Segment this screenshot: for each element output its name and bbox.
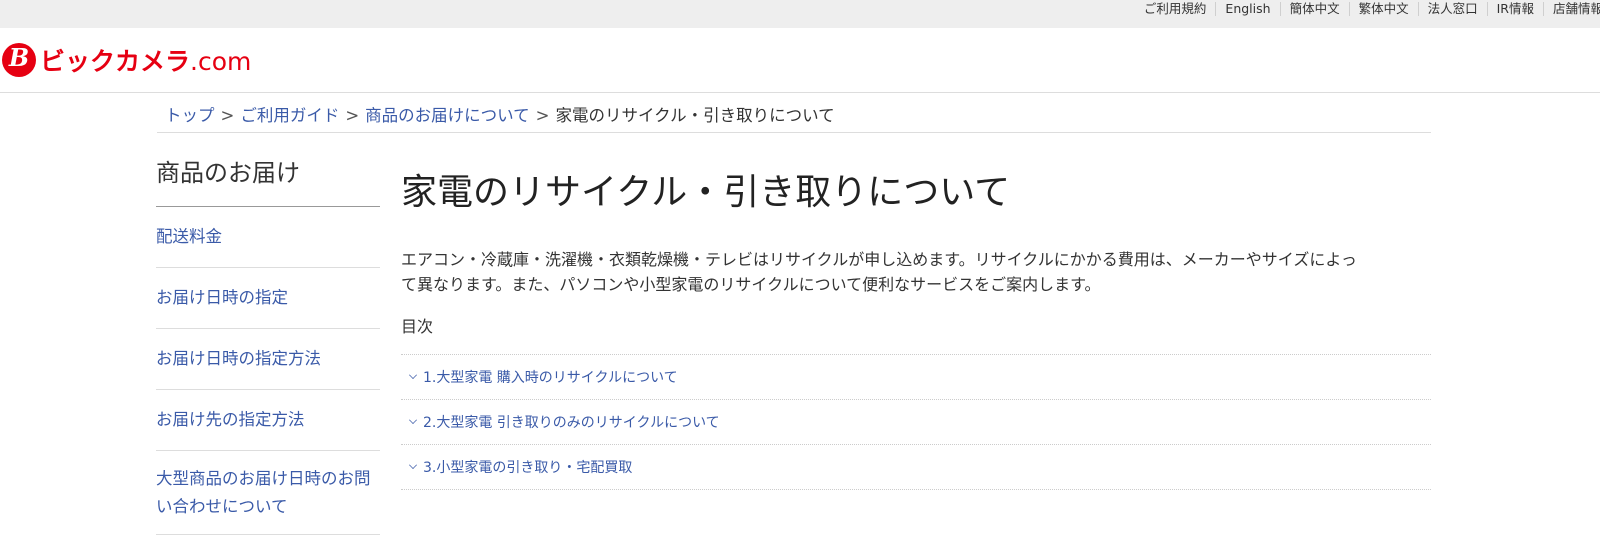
- intro-line: エアコン・冷蔵庫・洗濯機・衣類乾燥機・テレビはリサイクルが申し込めます。リサイク…: [401, 250, 1357, 269]
- logo-mark-icon: B: [2, 43, 36, 77]
- utility-link-ir[interactable]: IR情報: [1486, 2, 1543, 16]
- sidebar-item-delivery-address[interactable]: お届け先の指定方法: [156, 390, 380, 451]
- toc-item-large-appliance-pickup[interactable]: 2.大型家電 引き取りのみのリサイクルについて: [401, 399, 1431, 444]
- chevron-down-icon: [409, 461, 417, 469]
- logo-suffix: .com: [190, 47, 252, 76]
- breadcrumb-link-guide[interactable]: ご利用ガイド: [240, 106, 339, 125]
- logo-mark-letter: B: [8, 43, 30, 72]
- sidebar-item-label: お届け日時の指定: [156, 288, 288, 307]
- utility-bar: ご利用規約 English 簡体中文 繁体中文 法人窓口 IR情報 店舗情報: [0, 0, 1600, 28]
- sidebar-item-large-item-inquiry[interactable]: 大型商品のお届け日時のお問い合わせについて: [156, 451, 380, 535]
- breadcrumb-separator: >: [535, 106, 550, 125]
- toc-item-small-appliance[interactable]: 3.小型家電の引き取り・宅配買取: [401, 444, 1431, 490]
- toc-item-large-appliance-purchase[interactable]: 1.大型家電 購入時のリサイクルについて: [401, 354, 1431, 399]
- logo-wordmark: ビックカメラ.com: [40, 42, 251, 78]
- sidebar-item-shipping-fee[interactable]: 配送料金: [156, 207, 380, 268]
- table-of-contents: 1.大型家電 購入時のリサイクルについて 2.大型家電 引き取りのみのリサイクル…: [401, 354, 1431, 490]
- breadcrumb-separator: >: [345, 106, 360, 125]
- breadcrumb-current: 家電のリサイクル・引き取りについて: [555, 106, 835, 125]
- page-title: 家電のリサイクル・引き取りについて: [401, 172, 1011, 213]
- toc-item-label: 2.大型家電 引き取りのみのリサイクルについて: [423, 415, 720, 431]
- site-header: B ビックカメラ.com: [0, 28, 1600, 93]
- utility-link-simplified-chinese[interactable]: 簡体中文: [1279, 2, 1349, 16]
- sidebar-item-label: 大型商品のお届け日時のお問い合わせについて: [156, 469, 371, 516]
- intro-text: エアコン・冷蔵庫・洗濯機・衣類乾燥機・テレビはリサイクルが申し込めます。リサイク…: [401, 247, 1431, 297]
- sidebar-item-delivery-date-method[interactable]: お届け日時の指定方法: [156, 329, 380, 390]
- sidebar-title: 商品のお届け: [156, 155, 380, 207]
- sidebar-item-delivery-date[interactable]: お届け日時の指定: [156, 268, 380, 329]
- toc-heading: 目次: [401, 317, 434, 336]
- utility-link-english[interactable]: English: [1215, 2, 1279, 16]
- chevron-down-icon: [409, 416, 417, 424]
- sidebar-item-label: お届け日時の指定方法: [156, 349, 321, 368]
- breadcrumb-link-delivery[interactable]: 商品のお届けについて: [365, 106, 530, 125]
- breadcrumb: トップ > ご利用ガイド > 商品のお届けについて > 家電のリサイクル・引き取りについて: [157, 100, 1431, 133]
- utility-link-terms[interactable]: ご利用規約: [1135, 2, 1216, 16]
- intro-line: て異なります。また、パソコンや小型家電のリサイクルについて便利なサービスをご案内…: [401, 275, 1101, 294]
- site-logo[interactable]: B ビックカメラ.com: [2, 42, 251, 78]
- sidebar-item-label: お届け先の指定方法: [156, 410, 305, 429]
- sidebar-nav: 商品のお届け 配送料金 お届け日時の指定 お届け日時の指定方法 お届け先の指定方…: [156, 155, 380, 535]
- breadcrumb-link-top[interactable]: トップ: [165, 106, 215, 125]
- utility-link-traditional-chinese[interactable]: 繁体中文: [1348, 2, 1418, 16]
- toc-item-label: 1.大型家電 購入時のリサイクルについて: [423, 370, 678, 386]
- sidebar-item-label: 配送料金: [156, 227, 222, 246]
- chevron-down-icon: [409, 371, 417, 379]
- utility-link-stores[interactable]: 店舗情報: [1542, 2, 1600, 16]
- breadcrumb-separator: >: [220, 106, 235, 125]
- utility-nav: ご利用規約 English 簡体中文 繁体中文 法人窓口 IR情報 店舗情報: [1135, 0, 1600, 18]
- toc-item-label: 3.小型家電の引き取り・宅配買取: [423, 460, 633, 476]
- utility-link-corporate[interactable]: 法人窓口: [1417, 2, 1487, 16]
- logo-name: ビックカメラ: [40, 47, 191, 76]
